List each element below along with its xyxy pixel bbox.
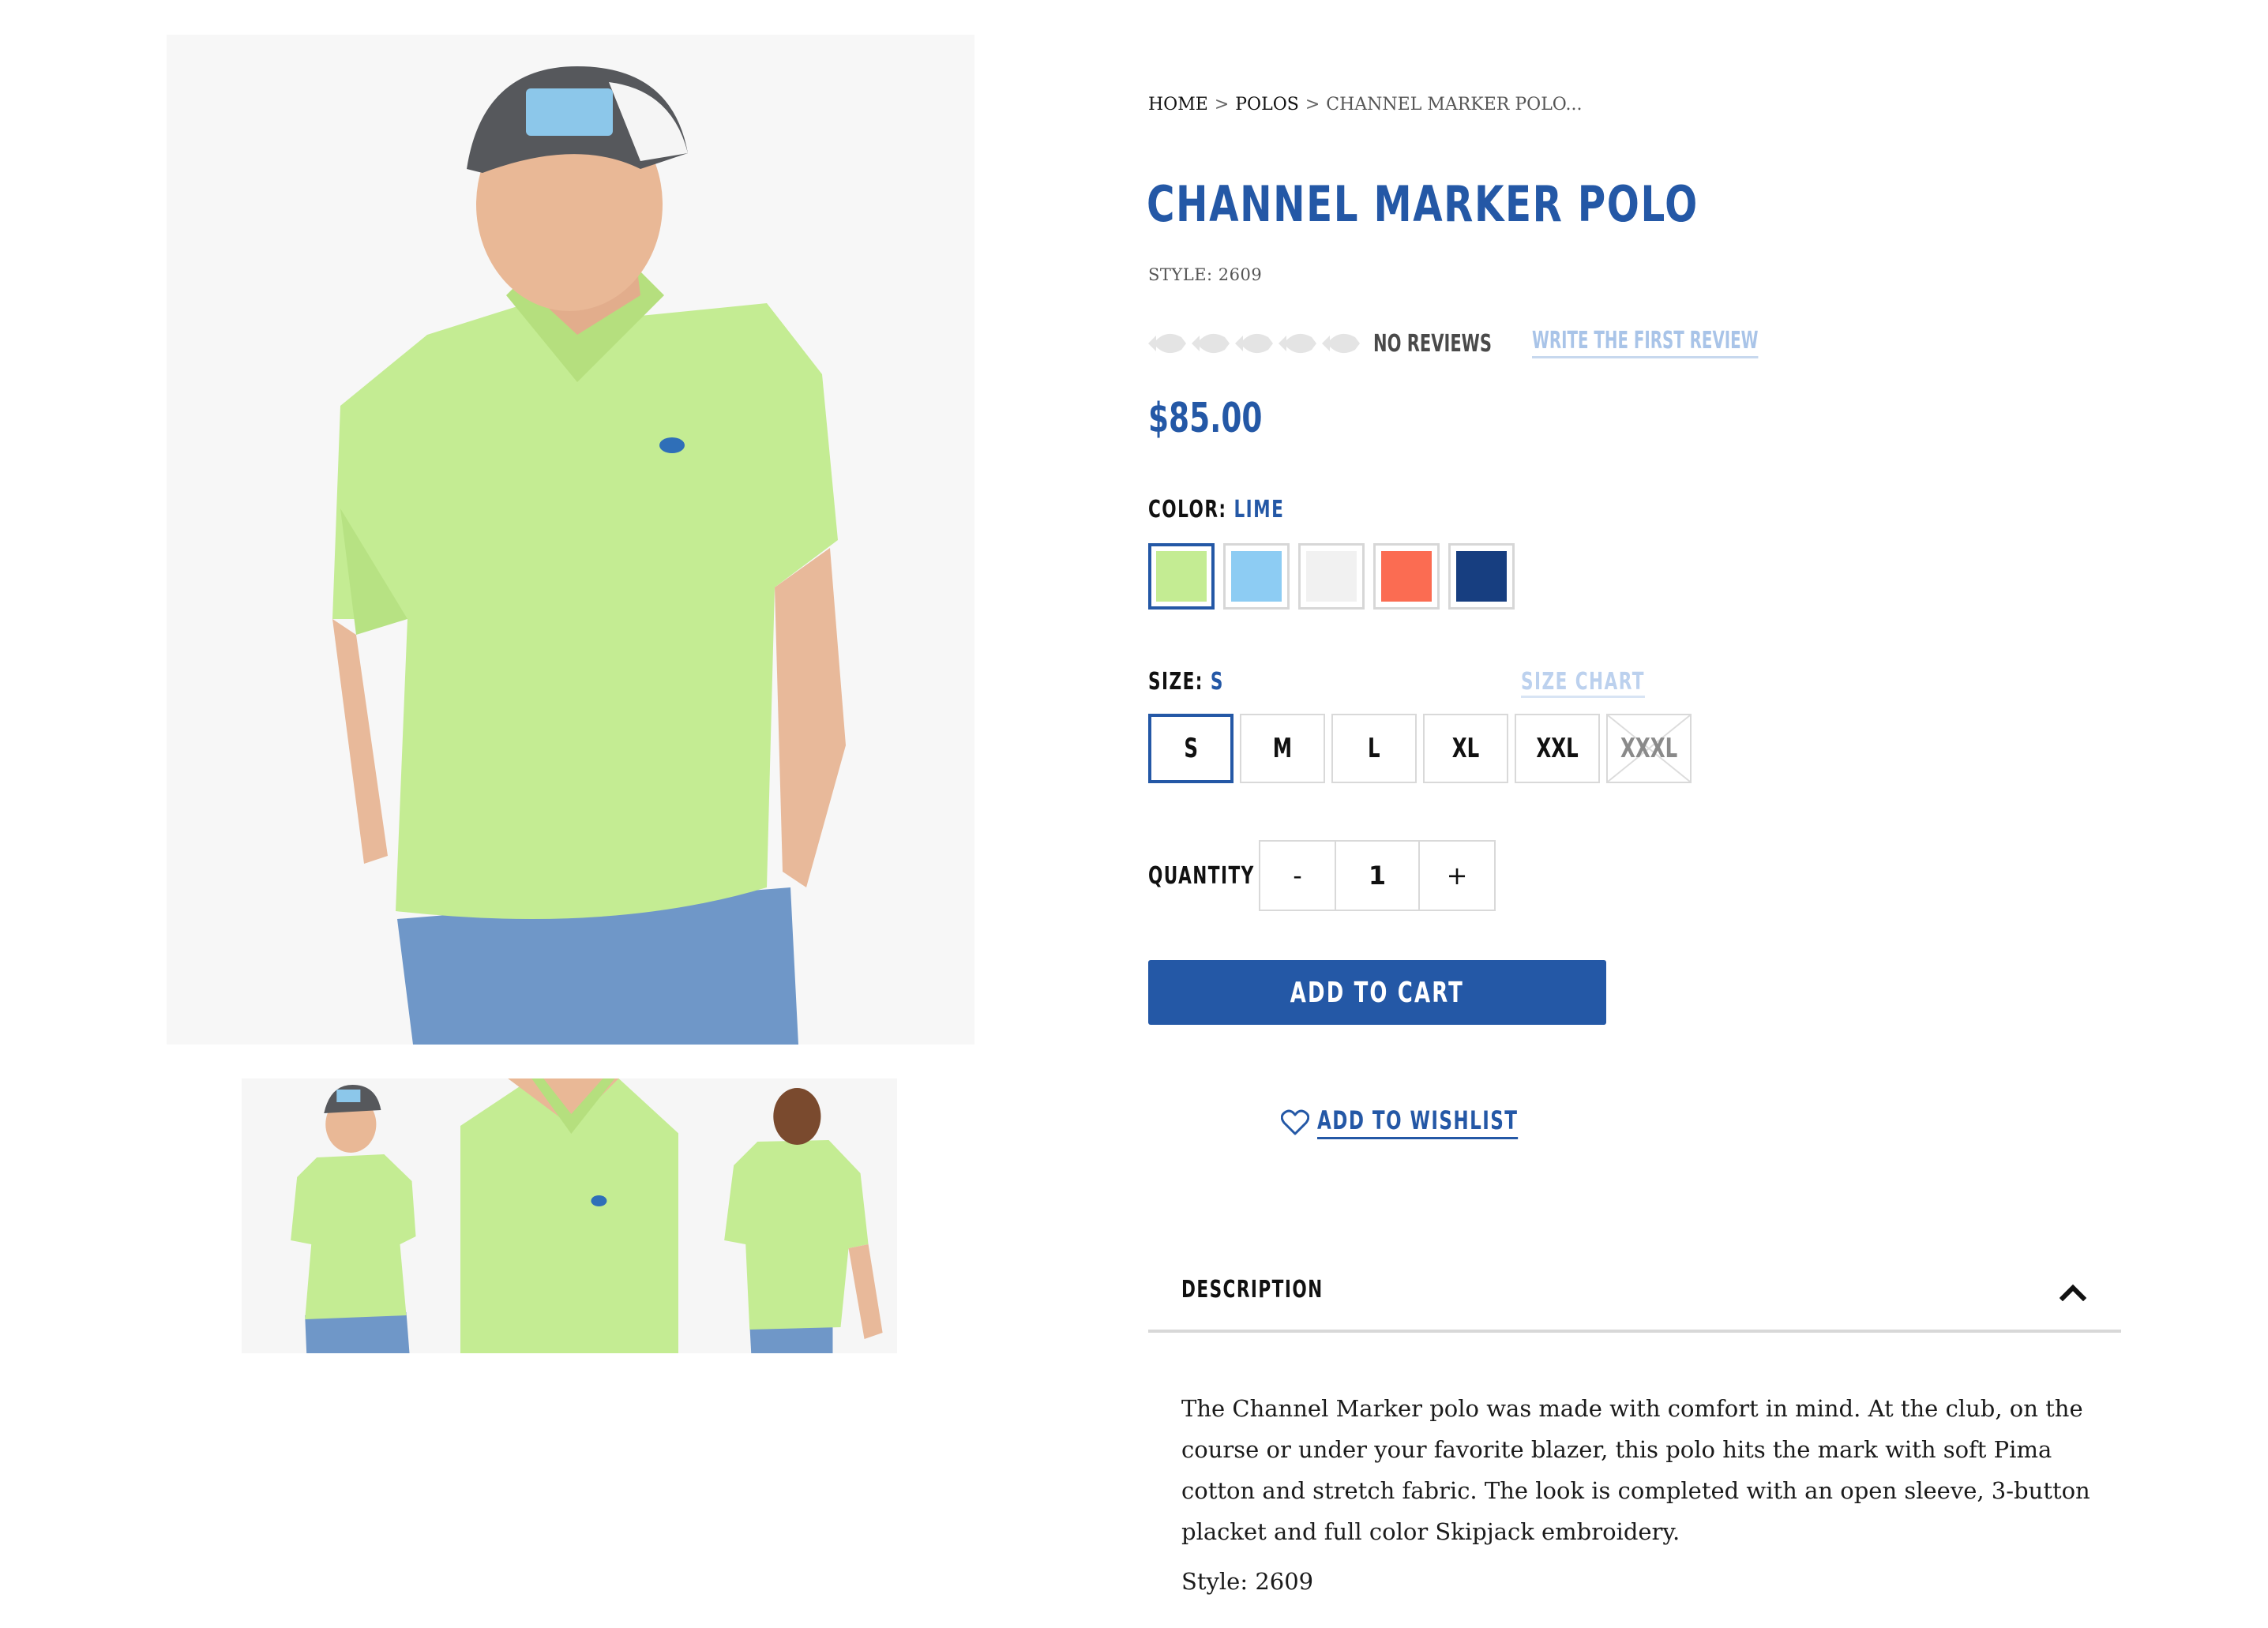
breadcrumb-polos[interactable]: POLOS — [1235, 95, 1299, 114]
color-selected-value: LIME — [1234, 496, 1285, 523]
swatch-white[interactable] — [1298, 543, 1365, 610]
product-style-code: STYLE: 2609 — [1148, 265, 1263, 284]
polo-model-photo — [167, 35, 974, 1045]
heart-icon — [1281, 1109, 1309, 1135]
breadcrumb-separator: > — [1214, 95, 1230, 114]
add-to-cart-button[interactable]: ADD TO CART — [1148, 960, 1606, 1025]
quantity-stepper: - 1 + — [1259, 840, 1496, 911]
description-heading: DESCRIPTION — [1181, 1276, 1324, 1304]
no-reviews-label: NO REVIEWS — [1373, 329, 1492, 358]
thumbnail-front[interactable] — [242, 1078, 460, 1353]
add-to-wishlist-link[interactable]: ADD TO WISHLIST — [1281, 1105, 1596, 1139]
thumbnail-detail[interactable] — [460, 1078, 679, 1353]
product-price: $85.00 — [1148, 395, 1263, 442]
fish-icon — [1148, 333, 1186, 354]
color-label-text: COLOR: — [1148, 496, 1227, 523]
color-label: COLOR: LIME — [1148, 496, 1284, 523]
size-option-xxl[interactable]: XXL — [1515, 714, 1600, 783]
main-product-image[interactable] — [167, 35, 974, 1045]
breadcrumb-home[interactable]: HOME — [1148, 95, 1208, 114]
size-option-m[interactable]: M — [1240, 714, 1325, 783]
breadcrumb-current: CHANNEL MARKER POLO... — [1326, 95, 1583, 114]
fish-icon — [1322, 333, 1360, 354]
fish-icon — [1279, 333, 1316, 354]
quantity-label: QUANTITY — [1148, 862, 1255, 890]
description-accordion-header[interactable]: DESCRIPTION — [1148, 1260, 2121, 1333]
thumbnail-back-image — [678, 1078, 898, 1353]
swatch-lime[interactable] — [1148, 543, 1215, 610]
description-style: Style: 2609 — [1181, 1568, 1314, 1595]
write-first-review-link[interactable]: WRITE THE FIRST REVIEW — [1532, 327, 1759, 358]
add-to-wishlist-label: ADD TO WISHLIST — [1317, 1105, 1519, 1139]
quantity-increase-button[interactable]: + — [1418, 840, 1496, 911]
size-option-l[interactable]: L — [1331, 714, 1417, 783]
breadcrumb-separator: > — [1305, 95, 1320, 114]
quantity-decrease-button[interactable]: - — [1259, 840, 1336, 911]
thumbnail-detail-image — [460, 1078, 679, 1353]
fish-icon — [1192, 333, 1230, 354]
product-title: CHANNEL MARKER POLO — [1147, 175, 1699, 233]
add-to-cart-label: ADD TO CART — [1290, 976, 1465, 1009]
swatch-light-blue[interactable] — [1223, 543, 1290, 610]
swatch-coral[interactable] — [1373, 543, 1440, 610]
thumbnail-back[interactable] — [678, 1078, 898, 1353]
size-label-text: SIZE: — [1148, 668, 1203, 696]
fish-icon — [1235, 333, 1273, 354]
size-chart-link[interactable]: SIZE CHART — [1521, 668, 1645, 698]
size-label: SIZE: S — [1148, 668, 1224, 696]
rating-summary: NO REVIEWS — [1147, 324, 1492, 363]
color-swatches — [1148, 543, 1523, 610]
size-option-xxxl[interactable]: XXXL — [1606, 714, 1692, 783]
quantity-input[interactable]: 1 — [1336, 840, 1418, 911]
size-option-s[interactable]: S — [1148, 714, 1234, 783]
size-selected-value: S — [1210, 668, 1224, 696]
thumbnail-front-image — [242, 1078, 460, 1353]
description-body: The Channel Marker polo was made with co… — [1181, 1388, 2104, 1552]
size-options: S M L XL XXL XXXL — [1148, 714, 1698, 783]
description-text: The Channel Marker polo was made with co… — [1181, 1395, 2090, 1545]
breadcrumb: HOME > POLOS > CHANNEL MARKER POLO... — [1148, 95, 1583, 114]
size-option-xl[interactable]: XL — [1423, 714, 1508, 783]
chevron-up-icon — [2060, 1284, 2086, 1301]
thumbnail-strip — [242, 1078, 898, 1353]
swatch-navy[interactable] — [1448, 543, 1515, 610]
